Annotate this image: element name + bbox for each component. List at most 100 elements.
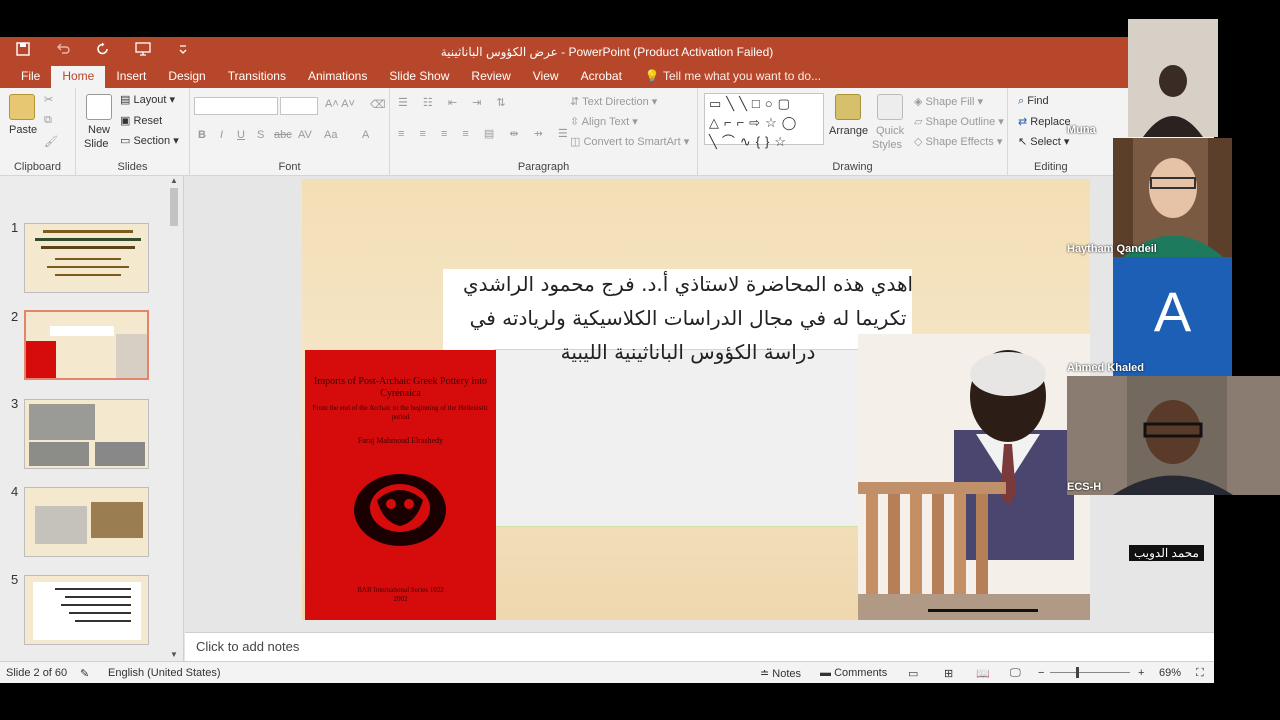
scroll-up-icon[interactable]: ▲ [168, 176, 180, 186]
arrange-icon[interactable] [835, 94, 861, 120]
tab-insert[interactable]: Insert [105, 65, 157, 88]
arrange-button[interactable]: Arrange [829, 125, 868, 137]
fit-slide-icon[interactable]: ⛶ [1196, 667, 1204, 680]
tab-transitions[interactable]: Transitions [217, 65, 297, 88]
participant-name: Muna [1067, 124, 1096, 136]
book-series-name: BAR International Series 1022 [357, 586, 444, 594]
slide-thumbnail-3[interactable] [24, 399, 149, 469]
change-case-button[interactable]: Aa [324, 129, 337, 141]
slide-editor: اهدي هذه المحاضرة لاستاذي أ.د. فرج محمود… [185, 176, 1214, 661]
notes-toggle[interactable]: ≐ Notes [760, 667, 801, 680]
font-color-button[interactable]: A [362, 129, 369, 141]
layout-button[interactable]: ▤ Layout ▾ [120, 93, 175, 106]
slide-thumbnail-2[interactable] [24, 310, 149, 380]
cut-icon[interactable]: ✂ [44, 93, 53, 106]
slideshow-view-icon[interactable]: 🖵 [1010, 667, 1021, 680]
notes-pane[interactable]: Click to add notes [185, 632, 1214, 661]
scrollbar-thumb[interactable] [170, 188, 178, 226]
book-cover-image[interactable]: Imports of Post-Archaic Greek Pottery in… [305, 350, 496, 620]
list-buttons[interactable]: ☰ ☷ ⇤ ⇥ ⇅ [398, 96, 512, 109]
participant-name: Haytham Qandeil [1067, 243, 1157, 255]
shape-effects-icon: ◇ [914, 136, 926, 148]
reset-button[interactable]: ▣ Reset [120, 114, 162, 127]
underline-button[interactable]: U [237, 129, 245, 141]
align-text-button[interactable]: ⇳ Align Text ▾ [570, 115, 638, 128]
grow-font-icon[interactable]: A˄ A˅ [325, 98, 355, 110]
new-slide-button-2[interactable]: Slide [84, 138, 108, 150]
slide-thumbnail-4[interactable] [24, 487, 149, 557]
section-label: Section [133, 135, 171, 147]
participant-tile-ecs[interactable] [1067, 376, 1280, 495]
tab-design[interactable]: Design [157, 65, 216, 88]
content-placeholder[interactable] [494, 349, 859, 527]
paste-icon[interactable] [9, 94, 35, 120]
replace-button[interactable]: ⇄ Replace [1018, 115, 1071, 128]
zoom-slider-thumb[interactable] [1076, 667, 1079, 678]
professor-photo[interactable] [858, 334, 1090, 620]
tab-home[interactable]: Home [51, 65, 106, 88]
font-family-input[interactable] [194, 97, 278, 115]
main-area: 1 2 3 4 5 ▲ ▼ اهدي هذه المحاضرة لاستاذي … [0, 176, 1214, 683]
tab-animations[interactable]: Animations [297, 65, 378, 88]
shape-effects-button[interactable]: ◇ Shape Effects ▾ [914, 135, 1002, 148]
current-slide[interactable]: اهدي هذه المحاضرة لاستاذي أ.د. فرج محمود… [302, 179, 1090, 620]
zoom-level[interactable]: 69% [1159, 667, 1181, 679]
participant-name-arabic: محمد الدويب [1129, 545, 1204, 561]
shape-fill-icon: ◈ [914, 96, 926, 108]
participant-tile-ahmed[interactable]: A [1113, 257, 1232, 376]
status-bar: Slide 2 of 60 ✎ English (United States) … [0, 661, 1214, 683]
spellcheck-icon[interactable]: ✎ [80, 667, 89, 680]
powerpoint-window: عرض الكؤوس الباناثينية - PowerPoint (Pro… [0, 37, 1214, 683]
slide-thumbnail-5[interactable] [24, 575, 149, 645]
section-icon: ▭ [120, 135, 134, 147]
shadow-button[interactable]: S [257, 129, 264, 141]
format-painter-icon[interactable]: 🖌 [44, 135, 58, 148]
char-spacing-button[interactable]: AV [298, 129, 312, 141]
shape-fill-button[interactable]: ◈ Shape Fill ▾ [914, 95, 983, 108]
tab-review[interactable]: Review [460, 65, 521, 88]
slide-thumbnail-1[interactable] [24, 223, 149, 293]
italic-button[interactable]: I [220, 129, 223, 141]
slide-sorter-icon[interactable]: ⊞ [944, 667, 953, 680]
reading-view-icon[interactable]: 📖 [976, 667, 990, 680]
participant-tile-muna[interactable] [1128, 19, 1218, 137]
new-slide-button[interactable]: New [88, 124, 110, 136]
tab-file[interactable]: File [10, 65, 51, 88]
scroll-down-icon[interactable]: ▼ [168, 650, 180, 660]
clear-format-icon[interactable]: ⌫ [370, 98, 386, 111]
quick-styles-button[interactable]: Quick [876, 125, 904, 137]
ribbon-tabs: File Home Insert Design Transitions Anim… [0, 65, 1214, 88]
tab-acrobat[interactable]: Acrobat [570, 65, 633, 88]
bold-button[interactable]: B [198, 129, 206, 141]
language-indicator[interactable]: English (United States) [108, 667, 221, 679]
section-button[interactable]: ▭ Section ▾ [120, 134, 179, 147]
zoom-in-icon[interactable]: + [1138, 667, 1144, 679]
shape-outline-button[interactable]: ▱ Shape Outline ▾ [914, 115, 1004, 128]
participant-tile-haytham[interactable] [1113, 138, 1232, 257]
paste-button[interactable]: Paste [9, 124, 37, 136]
select-button[interactable]: ↖ Select ▾ [1018, 135, 1069, 148]
new-slide-icon[interactable] [86, 94, 112, 120]
tell-me-search[interactable]: 💡 Tell me what you want to do... [633, 65, 833, 88]
tab-slide-show[interactable]: Slide Show [378, 65, 460, 88]
thumbnail-scrollbar[interactable]: ▲ ▼ [168, 176, 180, 661]
shape-outline-label: Shape Outline [925, 116, 996, 128]
smartart-button[interactable]: ◫ Convert to SmartArt ▾ [570, 135, 689, 148]
quick-styles-button-2[interactable]: Styles [872, 139, 902, 151]
smartart-label: Convert to SmartArt [583, 136, 681, 148]
quick-styles-icon[interactable] [877, 94, 903, 120]
strikethrough-button[interactable]: abc [274, 129, 292, 141]
zoom-out-icon[interactable]: − [1038, 667, 1044, 679]
font-size-input[interactable] [280, 97, 318, 115]
shapes-gallery[interactable]: ▭╲╲□○▢ △⌐⌐⇨☆◯ ╲⌒∿{}☆ [704, 93, 824, 149]
book-author: Faraj Mahmoud Elrashedy [357, 436, 444, 445]
tab-view[interactable]: View [522, 65, 570, 88]
normal-view-icon[interactable]: ▭ [908, 667, 918, 680]
copy-icon[interactable]: ⧉ [44, 114, 52, 127]
text-direction-button[interactable]: ⇵ Text Direction ▾ [570, 95, 657, 108]
avatar-initial: A [1153, 280, 1192, 343]
zoom-slider[interactable] [1050, 667, 1130, 678]
align-buttons[interactable]: ≡ ≡ ≡ ≡ ▤ ⇹ ⇸ ☰ [398, 127, 574, 140]
find-button[interactable]: ⌕ Find [1018, 95, 1049, 108]
comments-toggle[interactable]: ▬ Comments [820, 667, 887, 679]
